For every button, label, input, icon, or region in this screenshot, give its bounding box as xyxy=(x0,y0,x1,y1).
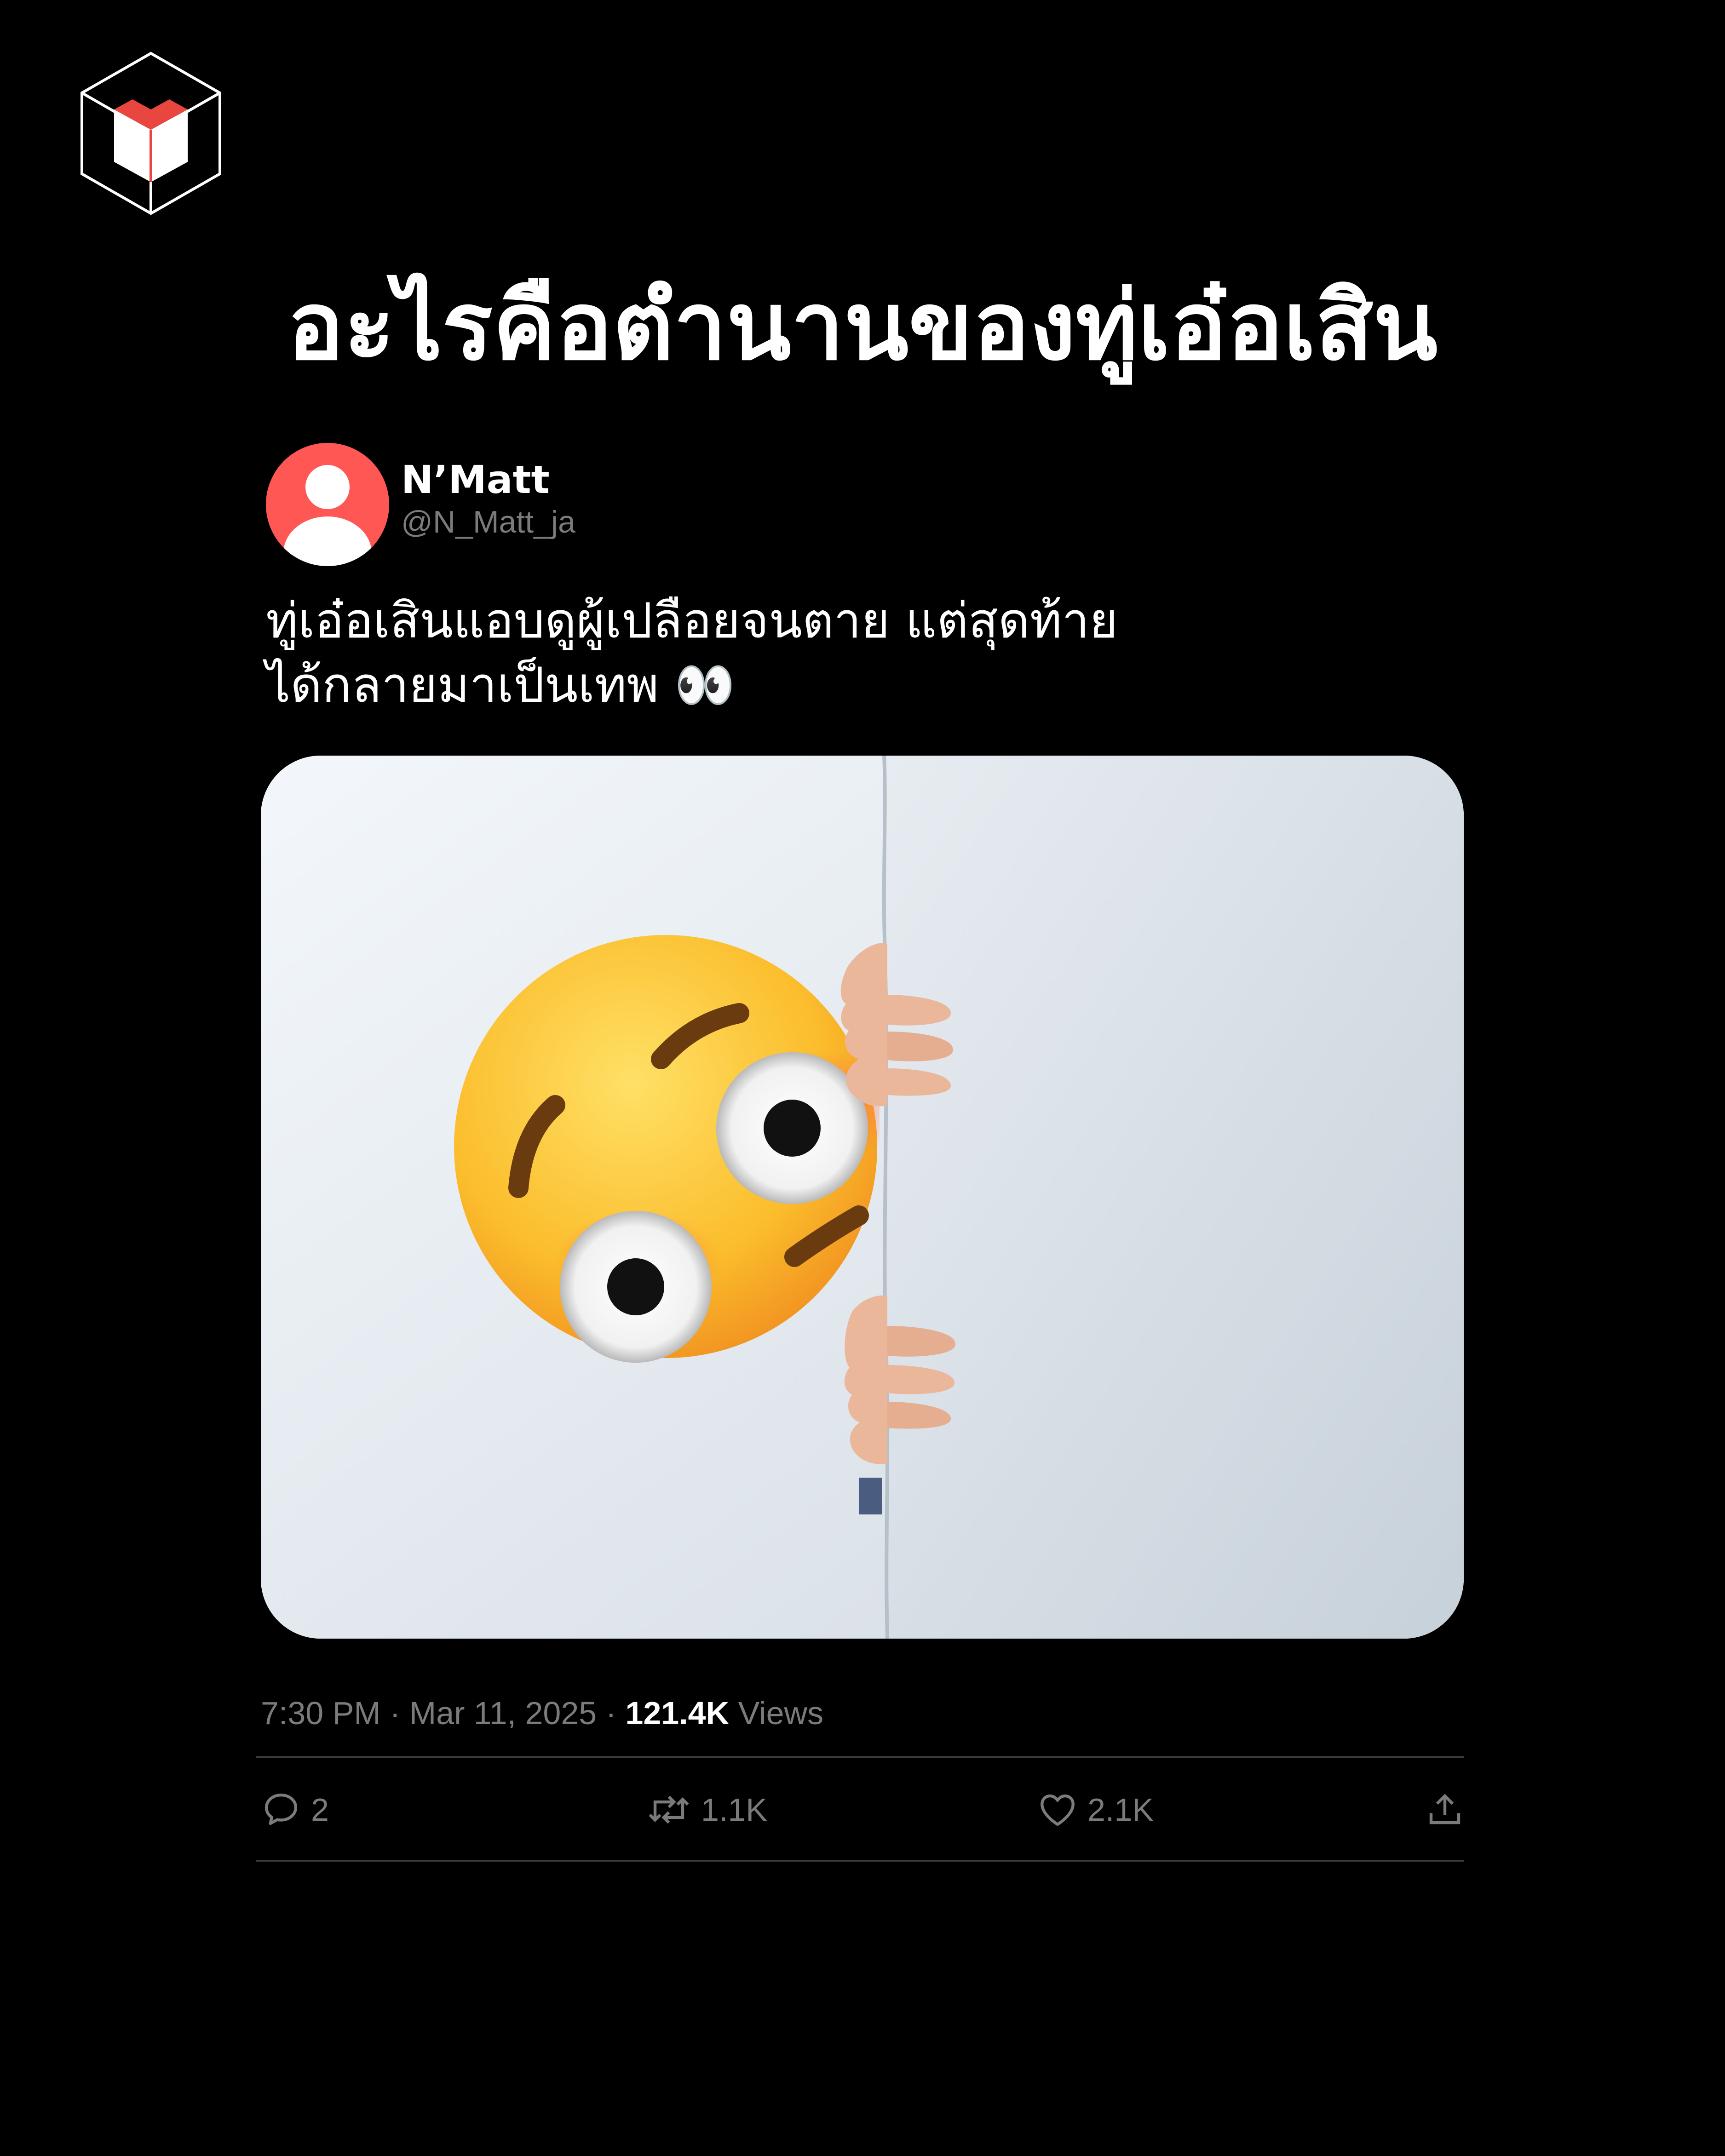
views-label: Views xyxy=(738,1695,824,1731)
retweet-count: 1.1K xyxy=(701,1792,767,1828)
retweet-button[interactable]: 1.1K xyxy=(646,1784,767,1835)
share-icon xyxy=(1429,1794,1460,1824)
meta-separator: · xyxy=(390,1695,401,1731)
user-handle[interactable]: @N_Matt_ja xyxy=(401,503,575,541)
share-button[interactable] xyxy=(1424,1784,1466,1835)
cube-book-logo-icon xyxy=(80,52,221,215)
views-count: 121.4K xyxy=(625,1695,730,1731)
reply-button[interactable]: 2 xyxy=(260,1784,329,1835)
tweet-media-image[interactable] xyxy=(261,756,1464,1639)
tweet-time[interactable]: 7:30 PM xyxy=(261,1695,381,1731)
reply-count: 2 xyxy=(311,1792,329,1828)
heart-icon xyxy=(1041,1794,1075,1826)
avatar-head xyxy=(305,465,350,509)
divider-top xyxy=(256,1756,1464,1758)
like-button[interactable]: 2.1K xyxy=(1037,1784,1154,1835)
tweet-text-line-2: ได้กลายมาเป็นเทพ 👀 xyxy=(266,657,735,713)
meta-separator: · xyxy=(605,1695,616,1731)
tweet-header: N’Matt @N_Matt_ja xyxy=(266,442,575,567)
avatar-body xyxy=(283,516,372,566)
action-bar: 2 1.1K 2.1K xyxy=(256,1784,1464,1835)
display-name[interactable]: N’Matt xyxy=(401,457,575,503)
retweet-icon xyxy=(649,1795,689,1824)
divider-bottom xyxy=(256,1860,1464,1862)
tweet-date[interactable]: Mar 11, 2025 xyxy=(409,1695,597,1731)
tweet-text-line-1: ทู่เอ๋อเสินแอบดูผู้เปลือยจนตาย แต่สุดท้า… xyxy=(266,592,1118,649)
tweet-text: ทู่เอ๋อเสินแอบดูผู้เปลือยจนตาย แต่สุดท้า… xyxy=(266,589,1462,717)
brand-logo xyxy=(78,51,224,216)
headline: อะไรคือตำนานของทู่เอ๋อเสิน xyxy=(287,272,1438,381)
author-names: N’Matt @N_Matt_ja xyxy=(401,443,575,566)
peeking-emoji-photo xyxy=(261,756,1464,1639)
reply-icon xyxy=(264,1793,298,1825)
tweet-meta: 7:30 PM · Mar 11, 2025 · 121.4K Views xyxy=(261,1692,823,1734)
like-count: 2.1K xyxy=(1087,1792,1154,1828)
avatar[interactable] xyxy=(266,443,389,566)
